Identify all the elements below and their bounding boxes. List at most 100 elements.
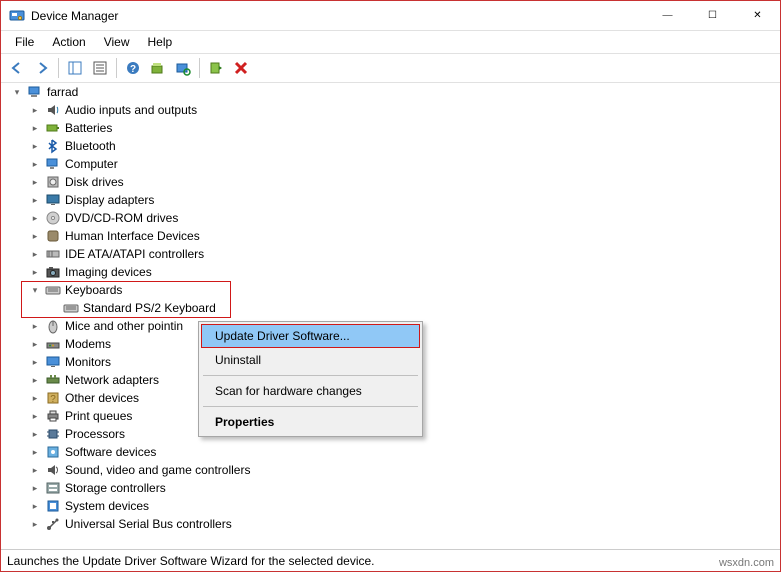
network-icon [45,372,61,388]
menu-action[interactable]: Action [44,33,93,51]
chevron-right-icon[interactable]: ▸ [29,230,41,242]
storage-icon [45,480,61,496]
tree-item[interactable]: ▸ Disk drives [27,173,776,191]
minimize-button[interactable]: — [645,1,690,31]
imaging-icon [45,264,61,280]
close-button[interactable]: ✕ [735,1,780,31]
context-menu-separator [203,406,418,407]
scan-hw-button[interactable] [171,57,195,79]
chevron-right-icon[interactable]: ▸ [29,428,41,440]
enable-button[interactable] [204,57,228,79]
chevron-right-icon[interactable]: ▸ [29,158,41,170]
context-menu-item[interactable]: Update Driver Software... [201,324,420,348]
chevron-right-icon[interactable]: ▸ [29,518,41,530]
context-menu-item[interactable]: Scan for hardware changes [201,379,420,403]
device-tree[interactable]: ▾ farrad ▸ Audio inputs and outputs ▸ Ba… [5,83,776,547]
chevron-right-icon[interactable]: ▸ [29,356,41,368]
tree-root-node[interactable]: ▾ farrad [9,83,776,101]
chevron-right-icon[interactable]: ▸ [29,122,41,134]
chevron-right-icon[interactable]: ▸ [29,500,41,512]
menu-view[interactable]: View [96,33,138,51]
tree-item[interactable]: ▸ Universal Serial Bus controllers [27,515,776,533]
tree-item[interactable]: ▸ Display adapters [27,191,776,209]
tree-item[interactable]: ▸ Audio inputs and outputs [27,101,776,119]
show-tree-button[interactable] [63,57,87,79]
menubar: File Action View Help [1,31,780,53]
properties-button[interactable] [88,57,112,79]
chevron-right-icon[interactable]: ▸ [29,464,41,476]
tree-item-label: Computer [65,157,118,171]
svg-text:?: ? [50,394,56,405]
toolbar: ? [1,53,780,83]
update-driver-button[interactable] [146,57,170,79]
menu-help[interactable]: Help [140,33,181,51]
battery-icon [45,120,61,136]
chevron-right-icon[interactable]: ▸ [29,266,41,278]
tree-item[interactable]: ▸ IDE ATA/ATAPI controllers [27,245,776,263]
chevron-right-icon[interactable]: ▸ [29,392,41,404]
audio-icon [45,102,61,118]
modem-icon [45,336,61,352]
chevron-right-icon[interactable]: ▸ [29,140,41,152]
chevron-down-icon[interactable]: ▾ [29,284,41,296]
chevron-right-icon[interactable]: ▸ [29,320,41,332]
context-menu-item[interactable]: Properties [201,410,420,434]
toolbar-separator [116,58,117,78]
chevron-right-icon[interactable]: ▸ [29,446,41,458]
usb-icon [45,516,61,532]
tree-item-label: Disk drives [65,175,124,189]
tree-item[interactable]: ▸ Bluetooth [27,137,776,155]
hid-icon [45,228,61,244]
tree-item-label: Modems [65,337,111,351]
help-button[interactable]: ? [121,57,145,79]
chevron-right-icon[interactable]: ▸ [29,410,41,422]
chevron-right-icon[interactable]: ▸ [29,338,41,350]
window-title: Device Manager [31,9,118,23]
tree-item-label: Imaging devices [65,265,152,279]
tree-item[interactable]: ▸ Software devices [27,443,776,461]
context-menu-item[interactable]: Uninstall [201,348,420,372]
svg-text:?: ? [130,64,136,75]
status-text: Launches the Update Driver Software Wiza… [7,554,375,568]
cpu-icon [45,426,61,442]
computer-icon [45,156,61,172]
computer-icon [27,84,43,100]
chevron-down-icon[interactable]: ▾ [11,86,23,98]
keyboard-icon [63,300,79,316]
chevron-right-icon[interactable]: ▸ [29,374,41,386]
tree-item-label: Mice and other pointin [65,319,183,333]
tree-item[interactable]: ▸ Sound, video and game controllers [27,461,776,479]
tree-item-label: Display adapters [65,193,154,207]
window-controls: — ☐ ✕ [645,1,780,31]
monitor-icon [45,354,61,370]
tree-item[interactable]: ▸ DVD/CD-ROM drives [27,209,776,227]
tree-item[interactable]: ▸ Batteries [27,119,776,137]
tree-item-label: Batteries [65,121,112,135]
back-button[interactable] [5,57,29,79]
keyboard-icon [45,282,61,298]
chevron-right-icon[interactable]: ▸ [29,176,41,188]
forward-button[interactable] [30,57,54,79]
tree-child-item[interactable]: ▪ Standard PS/2 Keyboard [45,299,776,317]
tree-item-label: Storage controllers [65,481,166,495]
tree-item-label: Bluetooth [65,139,116,153]
other-icon: ? [45,390,61,406]
context-menu: Update Driver Software...Uninstall Scan f… [198,321,423,437]
tree-child-label: Standard PS/2 Keyboard [83,301,216,315]
tree-item[interactable]: ▸ System devices [27,497,776,515]
chevron-right-icon[interactable]: ▸ [29,248,41,260]
tree-item[interactable]: ▸ Human Interface Devices [27,227,776,245]
chevron-right-icon[interactable]: ▸ [29,194,41,206]
tree-item[interactable]: ▾ Keyboards [27,281,776,299]
tree-item[interactable]: ▸ Computer [27,155,776,173]
chevron-right-icon[interactable]: ▸ [29,482,41,494]
watermark: wsxdn.com [719,557,774,569]
maximize-button[interactable]: ☐ [690,1,735,31]
menu-file[interactable]: File [7,33,42,51]
chevron-right-icon[interactable]: ▸ [29,104,41,116]
chevron-right-icon[interactable]: ▸ [29,212,41,224]
tree-item-label: Monitors [65,355,111,369]
tree-item[interactable]: ▸ Imaging devices [27,263,776,281]
tree-item[interactable]: ▸ Storage controllers [27,479,776,497]
uninstall-button[interactable] [229,57,253,79]
